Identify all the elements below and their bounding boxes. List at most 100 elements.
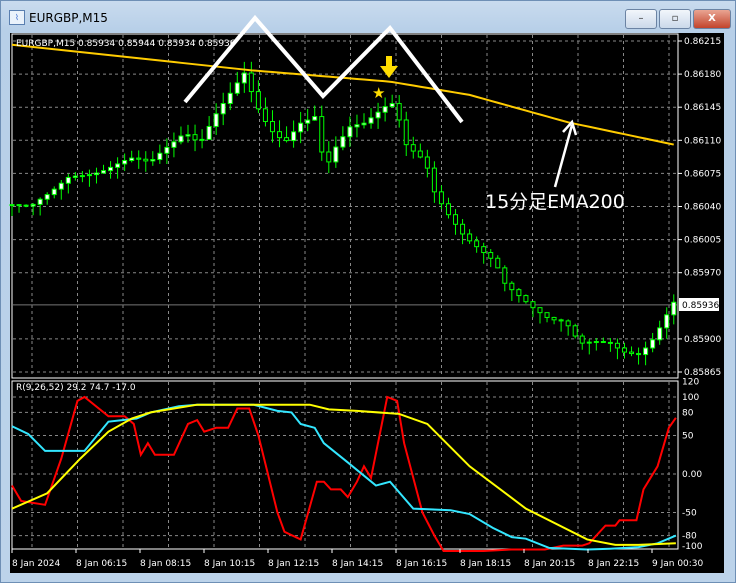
price-tick-label: 0.86110 [684,136,721,146]
candle-body [530,301,536,309]
price-chart[interactable]: 0.86215 0.86180 0.86145 0.86110 0.86075 0.860… [0,0,736,583]
candle-body [593,341,599,344]
candle-body [269,121,275,133]
candle-body [481,246,487,254]
candle-body [51,188,57,196]
candle-body [579,335,585,344]
candle-body [241,72,247,84]
candle-body [600,341,606,344]
price-tick-label: 0.86005 [684,236,721,246]
price-tick-label: 0.86215 [684,37,721,47]
symbol-header: EURGBP,M15 0.85934 0.85944 0.85934 0.859… [16,39,236,49]
time-label: 9 Jan 00:30 [652,559,704,569]
price-tick-label: 0.86075 [684,169,721,179]
candle-body [558,319,564,322]
price-tick-label: 0.86040 [684,203,721,213]
candle-body [58,182,64,190]
candle-body [143,158,149,162]
indicator-tick-label: 120 [682,378,699,388]
candle-body [86,174,92,177]
candle-body [178,135,184,143]
candle-body [37,198,43,205]
candle-body [664,314,670,329]
candle-body [509,282,515,291]
candle-body [657,327,663,341]
candle-body [523,295,529,303]
candle-body [396,103,402,121]
candle-body [23,204,29,207]
candle-body [389,103,395,108]
candle-body [277,131,283,139]
price-tick-label: 0.85970 [684,269,721,279]
time-label: 8 Jan 16:15 [396,559,447,569]
candle-body [572,325,578,337]
candle-body [636,353,642,356]
candle-body [164,146,170,154]
candle-body [544,312,550,318]
candle-body [417,150,423,158]
time-label: 8 Jan 20:15 [524,559,575,569]
candle-body [354,124,360,128]
candle-body [614,342,620,349]
candle-body [438,191,444,205]
time-label: 8 Jan 14:15 [332,559,383,569]
price-tick-label: 0.86145 [684,103,721,113]
candle-body [467,233,473,242]
candle-body [502,267,508,284]
candle-body [460,223,466,235]
candle-body [9,204,15,207]
ema-annotation-label: 15分足EMA200 [485,191,625,213]
candle-body [150,159,156,162]
price-tick-label: 0.85865 [684,368,721,378]
candle-body [185,134,191,137]
candle-body [234,82,240,94]
price-tick-label: 0.86180 [684,70,721,80]
candle-body [629,351,635,355]
candle-body [298,122,304,133]
candle-body [101,170,107,174]
indicator-tick-label: 50 [682,432,694,442]
time-label: 8 Jan 12:15 [268,559,319,569]
candle-body [136,157,142,160]
candle [572,323,578,339]
time-label: 8 Jan 08:15 [140,559,191,569]
candle-body [431,167,437,193]
indicator-tick-label: 80 [682,408,694,418]
candle-body [565,320,571,327]
candle-body [495,257,501,269]
time-label: 8 Jan 22:15 [588,559,639,569]
candle-body [227,92,233,105]
candle-body [488,252,494,259]
star-icon: ★ [372,84,385,102]
candle-body [262,108,268,123]
candle-body [93,172,99,176]
candle-body [122,159,128,165]
candle-body [213,113,219,127]
candle-body [129,157,135,161]
candle-body [72,175,78,178]
indicator-tick-label: -100 [682,542,703,552]
candle-body [516,289,522,297]
candle-body [326,151,332,163]
indicator-tick-label: -80 [682,532,697,542]
candle-body [424,156,430,169]
candle-body [284,137,290,142]
candle-body [453,214,459,225]
indicator-tick-label: 0.00 [682,470,702,480]
candle-body [16,204,22,207]
candle-body [291,131,297,142]
time-label: 8 Jan 10:15 [204,559,255,569]
candle-body [79,175,85,178]
candle-body [319,116,325,153]
chart-background [10,33,724,573]
candle-body [220,103,226,115]
candle-body [382,106,388,113]
time-label: 8 Jan 2024 [12,559,60,569]
candle-body [347,126,353,138]
candle-body [551,316,557,321]
candle-body [368,117,374,124]
candle-body [171,141,177,148]
indicator-header: R(9,26,52) 29.2 74.7 -17.0 [16,383,136,393]
candle-body [445,203,451,216]
candle-body [643,347,649,356]
